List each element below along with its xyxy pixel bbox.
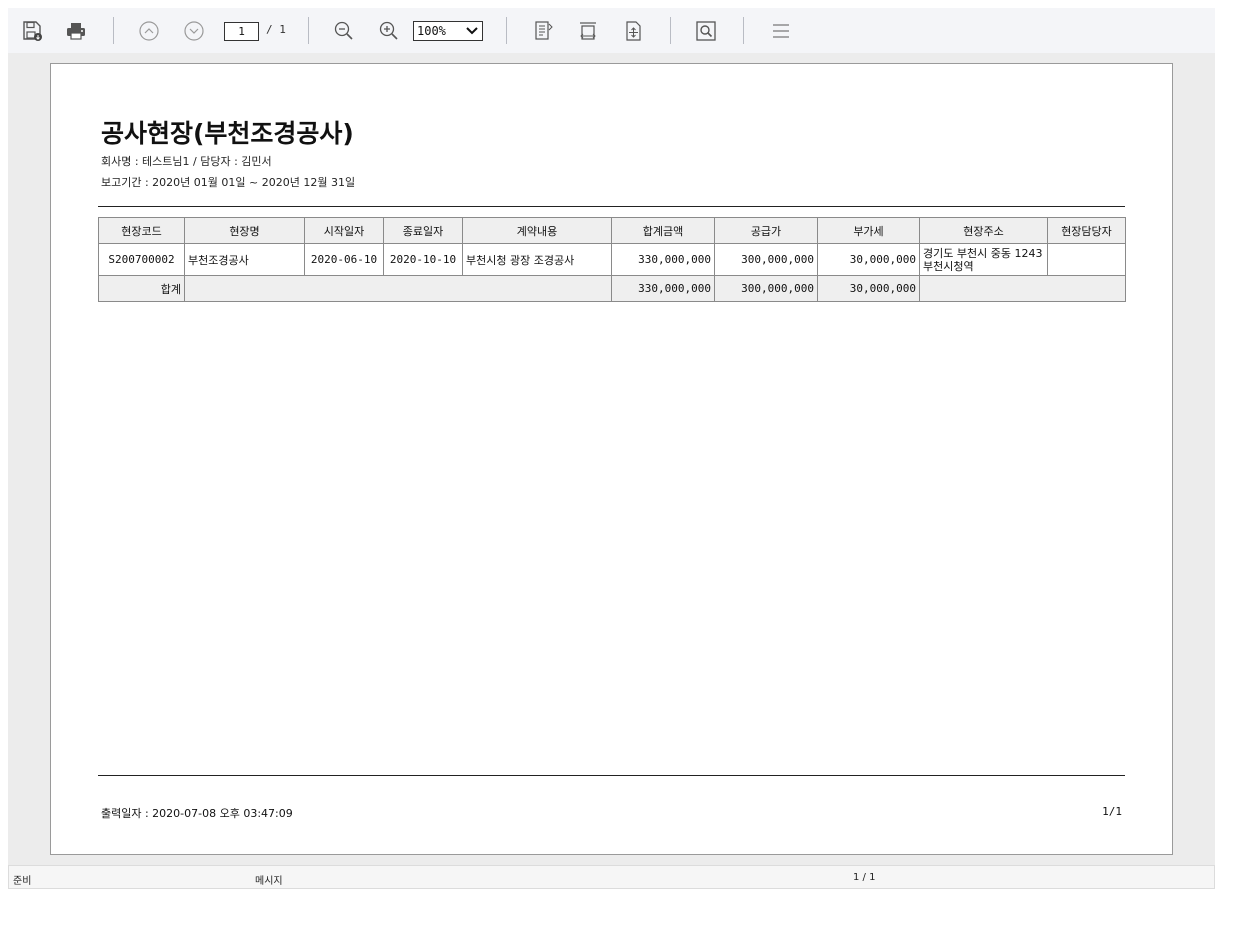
menu-icon[interactable]: [767, 17, 795, 45]
col-header: 현장코드: [98, 217, 185, 244]
total-spacer: [184, 275, 612, 302]
cell-manager: [1047, 243, 1126, 276]
col-header: 종료일자: [383, 217, 463, 244]
toolbar-separator: [506, 17, 507, 44]
total-amount: 330,000,000: [611, 275, 715, 302]
chevron-down-icon: [466, 27, 478, 35]
total-supply: 300,000,000: [714, 275, 818, 302]
status-message: 메시지: [255, 876, 283, 887]
col-header: 현장주소: [919, 217, 1048, 244]
table-header-row: 현장코드 현장명 시작일자 종료일자 계약내용 합계금액 공급가 부가세 현장주…: [98, 217, 1126, 244]
page-number-input[interactable]: 1: [224, 22, 259, 41]
total-label: 합계: [98, 275, 185, 302]
footer-rule: [98, 775, 1125, 776]
toolbar: 1 / 1 100%: [8, 8, 1215, 53]
cell-end-date: 2020-10-10: [383, 243, 463, 276]
toolbar-separator: [308, 17, 309, 44]
col-header: 현장명: [184, 217, 305, 244]
preview-area[interactable]: 공사현장(부천조경공사) 회사명 : 테스트님1 / 담당자 : 김민서 보고기…: [8, 53, 1215, 865]
report-title: 공사현장(부천조경공사): [101, 119, 354, 148]
fit-page-icon[interactable]: [529, 17, 557, 45]
cell-contract: 부천시청 광장 조경공사: [462, 243, 612, 276]
total-vat: 30,000,000: [817, 275, 920, 302]
cell-total: 330,000,000: [611, 243, 715, 276]
status-ready: 준비: [13, 876, 32, 887]
zoom-value: 100%: [417, 24, 446, 38]
fit-width-icon[interactable]: [574, 17, 602, 45]
report-company-line: 회사명 : 테스트님1 / 담당자 : 김민서: [101, 155, 272, 168]
zoom-select[interactable]: 100%: [413, 21, 483, 41]
toolbar-separator: [743, 17, 744, 44]
total-spacer: [919, 275, 1126, 302]
col-header: 합계금액: [611, 217, 715, 244]
report-period-line: 보고기간 : 2020년 01월 01일 ~ 2020년 12월 31일: [101, 176, 356, 189]
toolbar-separator: [670, 17, 671, 44]
cell-vat: 30,000,000: [817, 243, 920, 276]
report-page: 공사현장(부천조경공사) 회사명 : 테스트님1 / 담당자 : 김민서 보고기…: [50, 63, 1173, 855]
zoom-in-icon[interactable]: [375, 17, 403, 45]
print-icon[interactable]: [62, 17, 90, 45]
col-header: 부가세: [817, 217, 920, 244]
site-table: 현장코드 현장명 시작일자 종료일자 계약내용 합계금액 공급가 부가세 현장주…: [98, 217, 1126, 302]
status-bar: 준비 메시지 1 / 1: [8, 865, 1215, 889]
header-rule: [98, 206, 1125, 207]
next-page-icon[interactable]: [180, 17, 208, 45]
save-icon[interactable]: [18, 17, 46, 45]
col-header: 공급가: [714, 217, 818, 244]
col-header: 시작일자: [304, 217, 384, 244]
search-icon[interactable]: [692, 17, 720, 45]
col-header: 현장담당자: [1047, 217, 1126, 244]
total-row: 합계 330,000,000 300,000,000 30,000,000: [98, 275, 1126, 302]
toolbar-separator: [113, 17, 114, 44]
prev-page-icon[interactable]: [135, 17, 163, 45]
report-viewer: 1 / 1 100% 공사현장(부천조경공사) 회사명: 테스트님1 / 담당…: [8, 8, 1215, 889]
cell-address: 경기도 부천시 중동 1243 부천시청역: [919, 243, 1048, 276]
cell-supply: 300,000,000: [714, 243, 818, 276]
printed-datetime: 출력일자 : 2020-07-08 오후 03:47:09: [101, 807, 293, 820]
col-header: 계약내용: [462, 217, 612, 244]
page-total-label: / 1: [266, 23, 286, 36]
page-indicator: 1/1: [1102, 805, 1122, 818]
cell-start-date: 2020-06-10: [304, 243, 384, 276]
status-page: 1 / 1: [853, 872, 876, 883]
zoom-out-icon[interactable]: [330, 17, 358, 45]
actual-size-icon[interactable]: [619, 17, 647, 45]
cell-site-code: S200700002: [98, 243, 185, 276]
table-row: S200700002 부천조경공사 2020-06-10 2020-10-10 …: [98, 243, 1126, 276]
cell-site-name: 부천조경공사: [184, 243, 305, 276]
